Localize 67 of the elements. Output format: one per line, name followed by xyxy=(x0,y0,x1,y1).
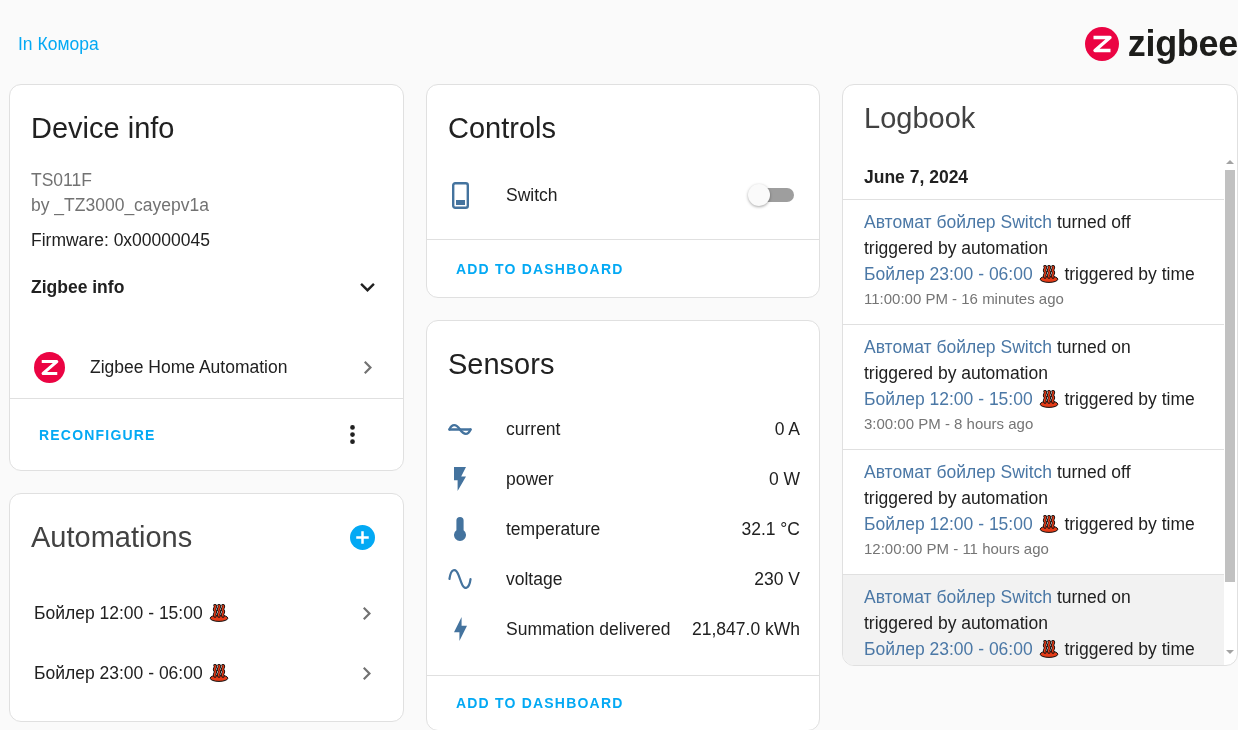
card-title: Automations xyxy=(31,520,193,555)
sensor-name: power xyxy=(506,468,555,490)
sensor-value: 0 W xyxy=(767,468,800,490)
entity-link[interactable]: Автомат бойлер Switch xyxy=(864,212,1052,232)
brand-name: zigbee xyxy=(1127,23,1238,65)
entity-link[interactable]: Автомат бойлер Switch xyxy=(864,462,1052,482)
sensor-value: 0 A xyxy=(773,418,800,440)
entity-link[interactable]: Автомат бойлер Switch xyxy=(864,337,1052,357)
automation-link[interactable]: Бойлер 23:00 - 06:00 xyxy=(864,639,1033,659)
hot-springs-icon xyxy=(1038,265,1059,283)
hot-springs-icon xyxy=(1038,640,1059,658)
sensor-value: 230 V xyxy=(753,568,800,590)
log-time: 3:00:00 PM - 8 hours ago xyxy=(864,414,1035,434)
scroll-down-icon[interactable] xyxy=(1226,650,1234,654)
log-context: Бойлер 12:00 - 15:00 triggered by time xyxy=(864,513,1196,536)
thermometer-icon xyxy=(454,517,466,541)
firmware-text: Firmware: 0x00000045 xyxy=(31,229,211,252)
hot-springs-icon xyxy=(1038,515,1059,533)
logo-icon xyxy=(34,351,65,383)
automation-link[interactable]: Бойлер 12:00 - 15:00 xyxy=(864,389,1033,409)
reconfigure-button[interactable]: RECONFIGURE xyxy=(31,416,164,453)
log-time: 11:00:00 PM - 16 minutes ago xyxy=(864,289,1065,309)
sensor-value: 32.1 °C xyxy=(740,518,800,540)
add-to-dashboard-button[interactable]: ADD TO DASHBOARD xyxy=(448,250,632,287)
automation-link[interactable]: Бойлер 23:00 - 06:00 xyxy=(864,264,1033,284)
entity-link[interactable]: Автомат бойлер Switch xyxy=(864,587,1052,607)
chevron-down-icon xyxy=(360,282,375,292)
integration-item[interactable]: Zigbee Home Automation xyxy=(10,339,403,395)
automation-link[interactable]: Бойлер 12:00 - 15:00 xyxy=(864,514,1033,534)
area-link[interactable]: In Комора xyxy=(18,32,99,56)
card-title: Device info xyxy=(31,111,176,146)
model-text: TS011F xyxy=(31,169,93,192)
sensor-value: 21,847.0 kWh xyxy=(691,618,800,640)
scrollbar-thumb[interactable] xyxy=(1225,170,1235,582)
sine-wave-icon xyxy=(448,567,472,591)
chevron-right-icon xyxy=(363,666,371,680)
log-time: 12:00:00 PM - 11 hours ago xyxy=(864,539,1050,559)
chevron-right-icon xyxy=(364,360,372,374)
sensor-name: voltage xyxy=(506,568,564,590)
log-context: Бойлер 23:00 - 06:00 triggered by time xyxy=(864,263,1196,286)
logo-icon xyxy=(1084,27,1119,61)
switch-icon xyxy=(451,181,469,209)
hot-springs-icon xyxy=(208,664,229,682)
log-context: Бойлер 23:00 - 06:00 triggered by time xyxy=(864,638,1196,661)
zigbee-info-expander[interactable]: Zigbee info xyxy=(10,263,403,311)
add-to-dashboard-button[interactable]: ADD TO DASHBOARD xyxy=(448,685,632,721)
control-name: Switch xyxy=(506,184,559,206)
scroll-up-icon[interactable] xyxy=(1226,160,1234,164)
log-context: Бойлер 12:00 - 15:00 triggered by time xyxy=(864,388,1196,411)
sensor-name: Summation delivered xyxy=(506,618,672,640)
card-title: Controls xyxy=(448,111,557,146)
automation-item[interactable]: Бойлер 12:00 - 15:00 xyxy=(10,583,403,643)
wave-line-icon xyxy=(448,422,472,436)
sensor-name: current xyxy=(506,418,562,440)
card-title: Sensors xyxy=(448,347,556,382)
hot-springs-icon xyxy=(1038,390,1059,408)
hot-springs-icon xyxy=(208,604,229,622)
card-title: Logbook xyxy=(864,101,977,136)
lightning-icon xyxy=(453,617,467,641)
more-vert-icon xyxy=(349,425,355,444)
automation-item[interactable]: Бойлер 23:00 - 06:00 xyxy=(10,643,403,703)
sensor-name: temperature xyxy=(506,518,602,540)
chevron-right-icon xyxy=(363,606,371,620)
lightning-icon xyxy=(454,467,466,491)
manufacturer-text: by _TZ3000_cayepv1a xyxy=(31,194,211,218)
toggle-switch[interactable] xyxy=(748,183,794,207)
add-icon[interactable] xyxy=(350,524,375,550)
